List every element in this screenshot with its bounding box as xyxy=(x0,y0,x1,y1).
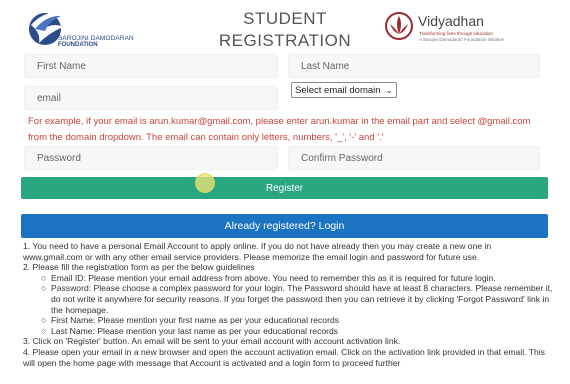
logo-org-suffix: FOUNDATION xyxy=(58,42,98,48)
last-name-input[interactable]: Last Name xyxy=(288,54,540,78)
instruction-subitem: ○ Email ID: Please mention your email add… xyxy=(23,273,553,284)
instruction-subitem: ○ Last Name: Please mention your last nam… xyxy=(23,326,553,337)
instruction-subitem-text: Password: Please choose a complex passwo… xyxy=(51,283,553,315)
chevron-down-icon: ⌄ xyxy=(385,85,393,95)
email-domain-select-value: Select email domain xyxy=(295,84,381,96)
instruction-subitem-text: Last Name: Please mention your last name… xyxy=(51,325,339,336)
instruction-item: 3. Click on 'Register' button. An email … xyxy=(23,336,401,347)
vidyadhan-logo: Vidyadhan Transforming lives through edu… xyxy=(384,10,534,50)
instruction-subitem-text: Email ID: Please mention your email addr… xyxy=(51,272,496,283)
vidyadhan-tagline: Transforming lives through education xyxy=(419,31,493,36)
bullet-icon: ○ xyxy=(41,315,47,326)
lotus-logo-icon xyxy=(385,12,413,40)
page-header: SAROJINI DAMODARAN FOUNDATION STUDENT RE… xyxy=(0,0,570,58)
instruction-item: 4. Please open your email in a new brows… xyxy=(23,346,545,368)
email-format-note: For example, if your email is arun.kumar… xyxy=(28,116,531,143)
vidyadhan-brand: Vidyadhan xyxy=(418,13,484,29)
instruction-item: 1. You need to have a personal Email Acc… xyxy=(23,241,492,262)
register-button[interactable]: Register xyxy=(21,177,548,199)
vidyadhan-subtagline: A Sarojini Damodaran Foundation initiati… xyxy=(419,37,505,42)
instruction-subitem: ○ Password: Please choose a complex passw… xyxy=(23,283,553,315)
mouse-cursor-highlight xyxy=(195,173,215,193)
instructions-list: 1. You need to have a personal Email Acc… xyxy=(23,241,553,368)
instruction-item: 2. Please fill the registration form as … xyxy=(23,262,255,273)
bullet-icon: ○ xyxy=(41,325,47,336)
password-input[interactable]: Password xyxy=(24,146,278,170)
instruction-subitem-text: First Name: Please mention your first na… xyxy=(51,315,340,326)
bullet-icon: ○ xyxy=(41,283,47,294)
sarojini-damodaran-logo: SAROJINI DAMODARAN FOUNDATION xyxy=(25,7,165,49)
page-title-line1: STUDENT xyxy=(243,9,327,28)
email-domain-select[interactable]: Select email domain ⌄ xyxy=(291,82,397,98)
page-title: STUDENT REGISTRATION xyxy=(215,8,355,52)
email-input[interactable]: email xyxy=(24,86,278,110)
confirm-password-input[interactable]: Confirm Password xyxy=(288,146,540,170)
logo-org-name: SAROJINI DAMODARAN xyxy=(58,35,134,42)
first-name-input[interactable]: First Name xyxy=(24,54,278,78)
instruction-subitem: ○ First Name: Please mention your first n… xyxy=(23,315,553,326)
page-title-line2: REGISTRATION xyxy=(218,31,352,50)
bullet-icon: ○ xyxy=(41,272,47,283)
login-button[interactable]: Already registered? Login xyxy=(21,214,548,238)
